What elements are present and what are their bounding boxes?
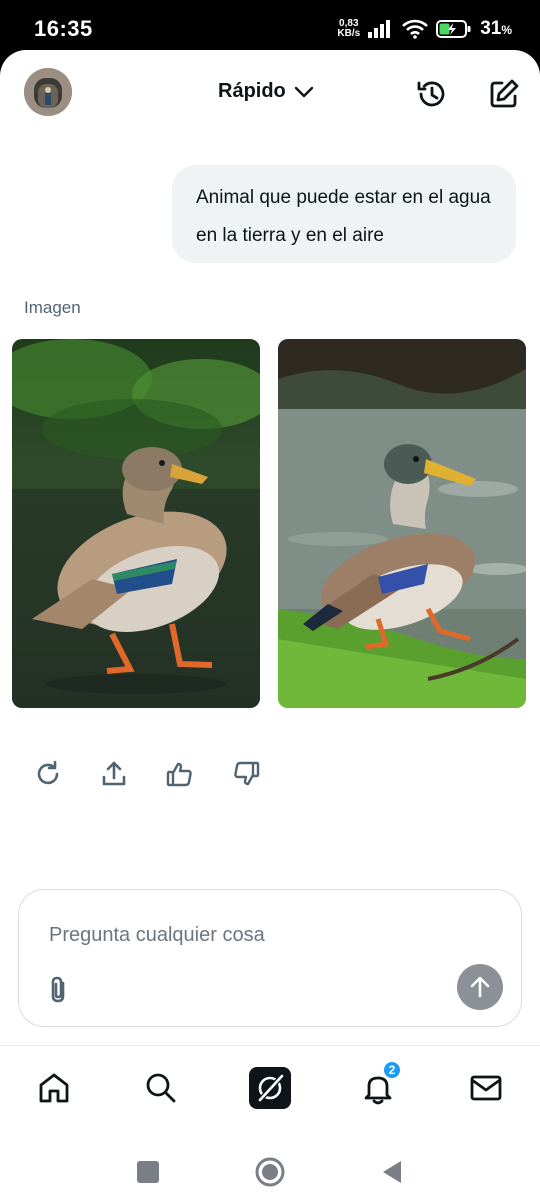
grok-chat-screen: Rápido Animal que puede estar en el agua… bbox=[0, 50, 540, 1200]
back-button[interactable] bbox=[372, 1152, 412, 1192]
model-label: Rápido bbox=[218, 80, 286, 102]
network-speed: 0,83 KB/s bbox=[337, 19, 360, 39]
system-navigation-bar bbox=[0, 1140, 540, 1200]
new-chat-button[interactable] bbox=[484, 74, 524, 114]
battery-percent-value: 31 bbox=[480, 18, 502, 39]
history-icon bbox=[417, 81, 445, 107]
nav-messages[interactable] bbox=[464, 1066, 508, 1110]
mallard-duck-image-2 bbox=[278, 339, 526, 708]
avatar-image bbox=[24, 68, 72, 116]
model-selector[interactable]: Rápido bbox=[218, 80, 314, 103]
recents-button[interactable] bbox=[128, 1152, 168, 1192]
thumbs-down-button[interactable] bbox=[226, 754, 266, 794]
signal-icon bbox=[368, 20, 391, 38]
thumbs-down-icon bbox=[234, 761, 260, 786]
battery-percent-unit: % bbox=[501, 23, 512, 37]
home-system-button[interactable] bbox=[250, 1152, 290, 1192]
battery-charging-icon bbox=[436, 20, 471, 38]
share-button[interactable] bbox=[94, 754, 134, 794]
thumbs-up-icon bbox=[166, 762, 192, 787]
grok-icon bbox=[258, 1074, 284, 1102]
response-actions bbox=[28, 754, 266, 794]
send-button[interactable] bbox=[457, 964, 503, 1010]
message-composer bbox=[18, 889, 522, 1027]
search-icon bbox=[146, 1073, 176, 1103]
user-message-text: Animal que puede estar en el agua en la … bbox=[196, 187, 491, 246]
generated-image-2[interactable] bbox=[278, 339, 526, 708]
status-icons: 0,83 KB/s 31% bbox=[337, 14, 512, 44]
back-triangle-icon bbox=[383, 1161, 401, 1183]
chevron-down-icon bbox=[294, 86, 313, 97]
nav-home[interactable] bbox=[32, 1066, 76, 1110]
history-button[interactable] bbox=[412, 74, 452, 114]
attach-button[interactable] bbox=[41, 972, 77, 1008]
nav-search[interactable] bbox=[139, 1066, 183, 1110]
network-speed-unit: KB/s bbox=[337, 28, 361, 39]
bottom-divider bbox=[0, 1045, 540, 1046]
paperclip-icon bbox=[51, 976, 65, 1003]
message-input[interactable] bbox=[49, 918, 469, 952]
grok-tile bbox=[249, 1067, 291, 1109]
edit-icon bbox=[490, 79, 519, 108]
bottom-navigation: 2 bbox=[0, 1060, 540, 1116]
square-icon bbox=[137, 1161, 159, 1183]
arrow-up-icon bbox=[470, 976, 490, 998]
response-type-label: Imagen bbox=[24, 298, 81, 317]
user-message-bubble: Animal que puede estar en el agua en la … bbox=[172, 165, 516, 263]
nav-grok[interactable] bbox=[248, 1066, 292, 1110]
share-icon bbox=[102, 761, 126, 786]
status-time: 16:35 bbox=[34, 16, 93, 41]
generated-image-1[interactable] bbox=[12, 339, 260, 708]
home-icon bbox=[39, 1073, 69, 1103]
circle-icon bbox=[255, 1157, 285, 1187]
top-bar: Rápido bbox=[0, 50, 540, 140]
thumbs-up-button[interactable] bbox=[160, 754, 200, 794]
nav-notifications[interactable]: 2 bbox=[356, 1060, 402, 1110]
mail-icon bbox=[470, 1075, 502, 1101]
mallard-duck-image-1 bbox=[12, 339, 260, 708]
wifi-icon bbox=[402, 19, 429, 39]
user-avatar[interactable] bbox=[24, 68, 72, 116]
regenerate-button[interactable] bbox=[28, 754, 68, 794]
battery-percent: 31% bbox=[480, 18, 512, 40]
notification-badge: 2 bbox=[382, 1060, 402, 1080]
regenerate-icon bbox=[37, 760, 59, 785]
